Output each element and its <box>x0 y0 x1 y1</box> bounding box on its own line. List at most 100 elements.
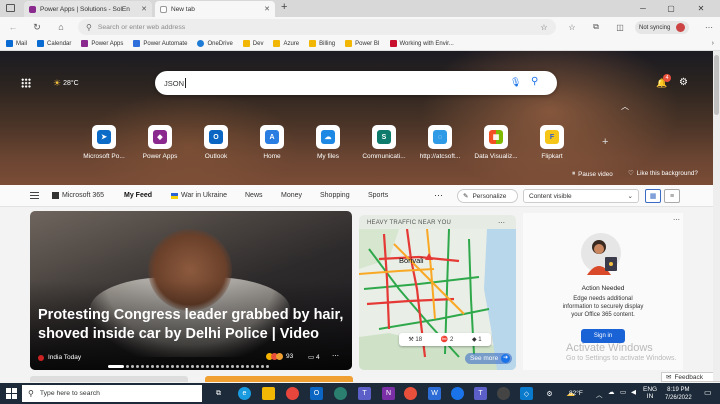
quick-link-power-apps[interactable]: ◆ Power Apps <box>135 125 185 160</box>
next-story-card[interactable] <box>205 376 353 382</box>
chevron-up-icon[interactable]: ︿ <box>621 101 629 112</box>
favorite-item[interactable]: Working with Envir... <box>389 40 454 47</box>
carousel-dot[interactable] <box>186 364 189 368</box>
taskbar-search[interactable]: ⚲ Type here to search <box>22 385 202 402</box>
feed-tab-my-feed[interactable]: My Feed <box>124 192 152 199</box>
carousel-dot[interactable] <box>236 364 239 368</box>
notifications-bell-icon[interactable]: 🔔 4 <box>656 74 671 89</box>
traffic-card[interactable]: Borivali HEAVY TRAFFIC NEAR YOU ⋯ ⚒ 18 ⛔… <box>359 215 516 370</box>
carousel-indicator[interactable] <box>108 364 278 368</box>
network-icon[interactable]: ▭ <box>620 388 626 396</box>
quick-link-outlook[interactable]: O Outlook <box>191 125 241 160</box>
address-bar[interactable]: ⚲ Search or enter web address <box>78 19 556 35</box>
minimize-button[interactable]: ─ <box>632 0 654 17</box>
search-input[interactable]: JSON <box>164 79 184 88</box>
favorite-item[interactable]: Power BI <box>345 40 380 47</box>
app-launcher-icon[interactable] <box>21 78 31 88</box>
feed-tab-war-in-ukraine[interactable]: War in Ukraine <box>171 192 227 199</box>
comments-count[interactable]: ▭ 4 <box>308 353 320 361</box>
feed-tab-microsoft-365[interactable]: Microsoft 365 <box>52 192 104 199</box>
carousel-dot[interactable] <box>136 364 139 368</box>
browser-icon[interactable] <box>451 387 464 400</box>
tab-actions-icon[interactable] <box>6 4 15 12</box>
carousel-dot[interactable] <box>211 364 214 368</box>
favorite-item[interactable]: Power Apps <box>81 40 123 47</box>
add-favorite-icon[interactable]: ☆ <box>538 21 550 33</box>
tray-temperature[interactable]: 82°F <box>569 390 583 397</box>
onedrive-tray-icon[interactable]: ☁ <box>608 388 615 396</box>
home-icon[interactable]: ⌂ <box>54 20 68 34</box>
task-view-icon[interactable]: ⧉ <box>212 387 225 400</box>
quick-link-atcsoft[interactable]: ◌ http://atcsoft... <box>415 125 465 160</box>
search-icon[interactable]: ⚲ <box>531 76 538 87</box>
favorites-icon[interactable]: ☆ <box>566 21 578 33</box>
quick-link-microsoft-power[interactable]: ➤ Microsoft Po... <box>79 125 129 160</box>
carousel-dot[interactable] <box>171 364 174 368</box>
favorite-item[interactable]: Mail <box>6 40 27 47</box>
story-more-icon[interactable]: ⋯ <box>332 352 339 360</box>
settings-gear-icon[interactable]: ⚙ <box>679 77 688 88</box>
taskbar-clock[interactable]: 8:19 PM 7/26/2022 <box>665 386 692 402</box>
card-more-icon[interactable]: ⋯ <box>673 216 680 224</box>
more-tabs-icon[interactable]: ⋯ <box>434 190 443 201</box>
carousel-dot[interactable] <box>206 364 209 368</box>
favorite-item[interactable]: Azure <box>273 40 299 47</box>
favorite-item[interactable]: OneDrive <box>197 40 233 47</box>
media-player-icon[interactable] <box>404 387 417 400</box>
sign-in-button[interactable]: Sign in <box>581 329 625 343</box>
windows-start-icon[interactable] <box>6 388 17 399</box>
microphone-icon[interactable]: 🎙 <box>510 77 521 88</box>
new-tab-button[interactable]: + <box>281 1 287 13</box>
feedback-button[interactable]: ✉ Feedback <box>661 372 720 382</box>
more-menu-icon[interactable]: ⋯ <box>703 21 715 33</box>
carousel-dot[interactable] <box>231 364 234 368</box>
carousel-dot[interactable] <box>221 364 224 368</box>
maximize-button[interactable]: ▢ <box>660 0 682 17</box>
vscode-icon[interactable]: ◇ <box>520 387 533 400</box>
favorite-item[interactable]: Billing <box>309 40 335 47</box>
outlook-icon[interactable]: O <box>310 387 323 400</box>
carousel-dot[interactable] <box>156 364 159 368</box>
carousel-dot[interactable] <box>181 364 184 368</box>
feed-tab-shopping[interactable]: Shopping <box>320 192 350 199</box>
favorite-item[interactable]: Power Automate <box>133 40 187 47</box>
feed-tab-sports[interactable]: Sports <box>368 192 388 199</box>
carousel-dot[interactable] <box>261 364 264 368</box>
carousel-dot[interactable] <box>166 364 169 368</box>
carousel-dot[interactable] <box>146 364 149 368</box>
quick-link-communication[interactable]: S Communicati... <box>359 125 409 160</box>
quick-link-flipkart[interactable]: F Flipkart <box>527 125 577 160</box>
carousel-dot[interactable] <box>126 364 129 368</box>
see-more-link[interactable]: See more ➔ <box>465 353 513 364</box>
card-more-icon[interactable]: ⋯ <box>498 219 505 227</box>
close-tab-icon[interactable]: ✕ <box>141 5 147 13</box>
carousel-dot[interactable] <box>131 364 134 368</box>
settings-icon[interactable]: ⚙ <box>543 387 556 400</box>
carousel-dot[interactable] <box>191 364 194 368</box>
word-icon[interactable]: W <box>428 387 441 400</box>
collections-icon[interactable]: ⧉ <box>590 21 602 33</box>
language-indicator[interactable]: ENG IN <box>643 386 657 400</box>
teams-icon[interactable]: T <box>358 387 371 400</box>
quick-link-home[interactable]: A Home <box>247 125 297 160</box>
page-scrollbar[interactable] <box>713 51 720 381</box>
close-tab-icon[interactable]: ✕ <box>264 5 270 13</box>
feed-tab-news[interactable]: News <box>245 192 263 199</box>
carousel-dot-active[interactable] <box>108 364 124 368</box>
notification-center-icon[interactable]: ▭ <box>704 388 712 397</box>
weather-widget[interactable]: ☀ 28°C <box>53 78 79 89</box>
volume-icon[interactable]: ◀ <box>631 388 636 396</box>
web-search-box[interactable]: JSON 🎙 ⚲ <box>155 71 557 95</box>
carousel-dot[interactable] <box>161 364 164 368</box>
extensions-icon[interactable]: ◫ <box>614 21 626 33</box>
profile-button[interactable]: Not syncing <box>635 21 689 34</box>
favorite-item[interactable]: Dev <box>242 40 263 47</box>
carousel-dot[interactable] <box>201 364 204 368</box>
traffic-map[interactable]: Borivali <box>359 229 516 370</box>
carousel-dot[interactable] <box>141 364 144 368</box>
carousel-dot[interactable] <box>176 364 179 368</box>
carousel-dot[interactable] <box>196 364 199 368</box>
chevron-up-icon[interactable]: ︿ <box>596 389 603 399</box>
file-explorer-icon[interactable] <box>262 387 275 400</box>
grid-view-icon[interactable]: ▦ <box>645 189 661 203</box>
